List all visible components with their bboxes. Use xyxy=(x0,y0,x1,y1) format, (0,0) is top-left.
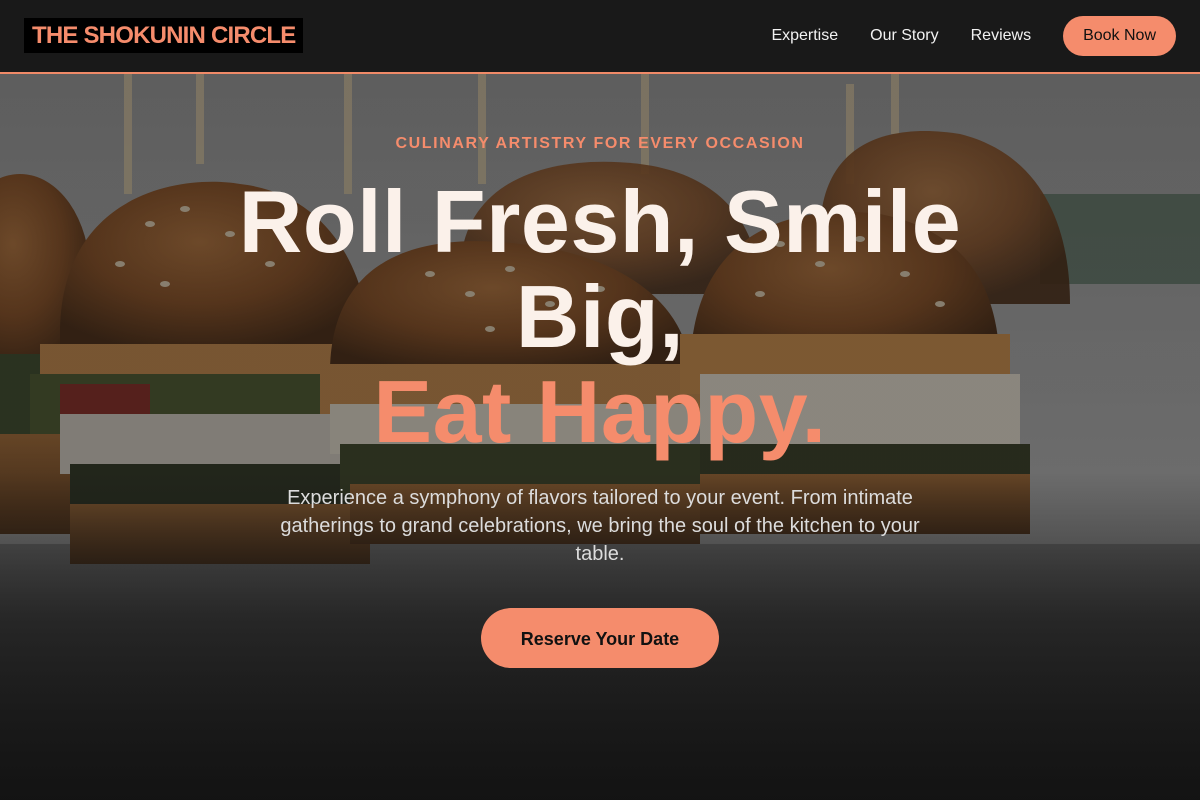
hero-subtext: Experience a symphony of flavors tailore… xyxy=(280,487,920,565)
hero-headline-main: Roll Fresh, Smile Big, xyxy=(238,172,962,366)
nav-link-expertise[interactable]: Expertise xyxy=(771,27,838,45)
hero-headline: Roll Fresh, Smile Big, Eat Happy. xyxy=(200,174,1000,459)
hero-eyebrow: CULINARY ARTISTRY FOR EVERY OCCASION xyxy=(395,135,805,152)
reserve-date-button[interactable]: Reserve Your Date xyxy=(481,608,719,668)
hero-headline-accent: Eat Happy. xyxy=(373,362,827,461)
site-header: THE SHOKUNIN CIRCLE Expertise Our Story … xyxy=(0,0,1200,74)
page: THE SHOKUNIN CIRCLE Expertise Our Story … xyxy=(0,0,1200,800)
hero-section: CULINARY ARTISTRY FOR EVERY OCCASION Rol… xyxy=(0,74,1200,800)
nav-link-reviews[interactable]: Reviews xyxy=(971,27,1031,45)
main-nav: Expertise Our Story Reviews Book Now xyxy=(771,16,1176,56)
nav-link-our-story[interactable]: Our Story xyxy=(870,27,938,45)
book-now-button[interactable]: Book Now xyxy=(1063,16,1176,56)
brand-logo[interactable]: THE SHOKUNIN CIRCLE xyxy=(24,18,304,53)
